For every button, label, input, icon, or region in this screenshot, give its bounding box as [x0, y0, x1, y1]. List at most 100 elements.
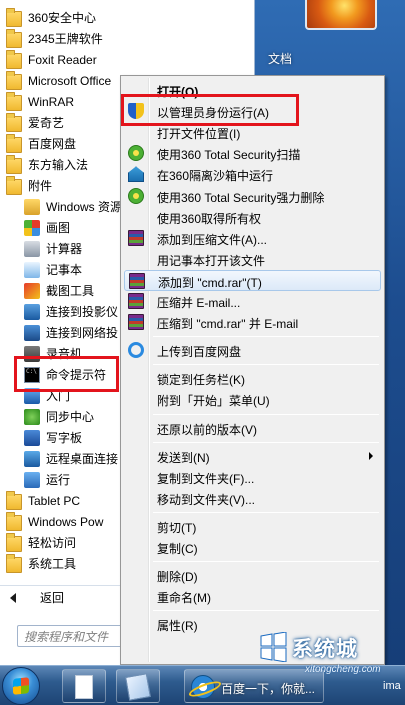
context-menu-label: 压缩并 E-mail...	[157, 296, 241, 310]
context-menu-item[interactable]: 重命名(M)	[124, 586, 381, 607]
context-menu-label: 上传到百度网盘	[157, 345, 242, 360]
context-menu-item[interactable]: 添加到压缩文件(A)...	[124, 228, 381, 249]
context-menu-label: 添加到 "cmd.rar"(T)	[158, 275, 262, 290]
context-menu-label: 压缩到 "cmd.rar" 并 E-mail	[157, 317, 299, 332]
context-menu-label: 复制到文件夹(F)...	[157, 471, 255, 486]
winrar-icon	[128, 293, 144, 309]
sync-icon	[24, 408, 40, 425]
submenu-arrow-icon	[369, 451, 373, 460]
program-label: 东方输入法	[28, 158, 89, 172]
wordpad-icon	[24, 429, 40, 446]
context-menu-item[interactable]: 删除(D)	[124, 565, 381, 586]
folder-icon	[6, 532, 22, 552]
context-menu-label: 使用360 Total Security扫描	[157, 148, 301, 163]
tray-text: ima	[383, 680, 401, 692]
context-menu-item[interactable]: 还原以前的版本(V)	[124, 418, 381, 439]
program-label: 360安全中心	[28, 11, 97, 25]
taskbar-ie-button[interactable]: 百度一下，你就...	[184, 669, 324, 703]
context-menu-item[interactable]: 上传到百度网盘	[124, 340, 381, 361]
context-menu-item[interactable]: 锁定到任务栏(K)	[124, 368, 381, 389]
program-label: 截图工具	[46, 284, 95, 298]
highlight-box-run-as-admin	[121, 94, 299, 126]
context-menu-item[interactable]: 使用360 Total Security扫描	[124, 143, 381, 164]
xitongcheng-logo-icon	[260, 632, 287, 662]
run-icon	[24, 471, 40, 488]
context-menu-label: 在360隔离沙箱中运行	[157, 169, 274, 184]
program-label: 画图	[46, 221, 71, 235]
folder-icon	[6, 70, 22, 90]
context-menu-label: 属性(R)	[157, 619, 198, 634]
program-label: 系统工具	[28, 557, 77, 571]
context-menu-item[interactable]: 剪切(T)	[124, 516, 381, 537]
context-menu-item[interactable]: 在360隔离沙箱中运行	[124, 164, 381, 185]
context-menu-item[interactable]: 复制到文件夹(F)...	[124, 467, 381, 488]
highlight-box-cmd	[14, 356, 119, 392]
context-menu-label: 复制(C)	[157, 542, 198, 556]
program-label: Microsoft Office	[28, 73, 112, 88]
taskbar-notes-button[interactable]	[116, 669, 160, 703]
360-sandbox-icon	[128, 166, 144, 183]
menu-separator	[153, 610, 379, 612]
program-label: 写字板	[46, 431, 83, 445]
folder-icon	[6, 511, 22, 531]
winrar-icon	[128, 314, 144, 331]
program-label: 百度网盘	[28, 137, 77, 151]
program-label: 连接到网络投	[46, 326, 119, 340]
menu-separator	[153, 336, 379, 338]
menu-separator	[153, 364, 379, 366]
explorer-icon	[24, 198, 40, 215]
context-menu-item[interactable]: 发送到(N)	[124, 446, 381, 467]
program-label: 计算器	[46, 242, 83, 256]
context-menu-label: 添加到压缩文件(A)...	[157, 232, 267, 247]
context-menu-item[interactable]: 附到「开始」菜单(U)	[124, 389, 381, 410]
context-menu-item[interactable]: 添加到 "cmd.rar"(T)	[124, 269, 381, 291]
context-menu-label: 剪切(T)	[157, 520, 197, 535]
paint-icon	[24, 219, 40, 236]
context-menu-label: 重命名(M)	[157, 591, 211, 606]
context-menu-item[interactable]: 使用360取得所有权	[124, 207, 381, 228]
search-placeholder: 搜索程序和文件	[24, 629, 109, 644]
program-item[interactable]: 2345王牌软件	[0, 28, 255, 49]
program-label: 爱奇艺	[28, 116, 65, 130]
program-label: Foxit Reader	[28, 52, 97, 67]
program-item[interactable]: Foxit Reader	[0, 49, 255, 70]
menu-separator	[153, 511, 379, 513]
context-menu: 打开(O) 以管理员身份运行(A) 打开文件位置(I) 使用360 Total Sec…	[120, 75, 385, 665]
folder-icon	[6, 7, 22, 27]
taskbar-ie-label: 百度一下，你就...	[221, 682, 316, 696]
folder-icon	[6, 553, 22, 573]
folder-icon	[6, 28, 22, 48]
menu-separator	[153, 413, 379, 415]
folder-icon	[6, 490, 22, 510]
taskbar-documents-button[interactable]	[62, 669, 106, 703]
program-label: 轻松访问	[28, 536, 77, 550]
baidu-netdisk-icon	[128, 342, 144, 359]
context-menu-label: 使用360 Total Security强力删除	[157, 190, 325, 205]
context-menu-label: 删除(D)	[157, 570, 198, 585]
projector-icon	[24, 303, 40, 320]
context-menu-label: 用记事本打开该文件	[157, 253, 266, 268]
context-menu-label: 移动到文件夹(V)...	[157, 492, 255, 507]
watermark-url: xitongcheng.com	[305, 664, 381, 675]
document-icon	[75, 675, 93, 699]
context-menu-item[interactable]: 使用360 Total Security强力删除	[124, 186, 381, 207]
program-label: 运行	[46, 473, 71, 487]
sticky-notes-icon	[125, 673, 151, 701]
start-button[interactable]	[2, 667, 40, 705]
documents-link[interactable]: 文档	[268, 50, 292, 67]
context-menu-item[interactable]: 压缩到 "cmd.rar" 并 E-mail	[124, 312, 381, 333]
remote-desktop-icon	[24, 450, 40, 467]
calculator-icon	[24, 240, 40, 257]
folder-icon	[6, 112, 22, 132]
program-item[interactable]: 360安全中心	[0, 7, 255, 28]
folder-icon	[6, 175, 22, 195]
user-picture[interactable]	[305, 0, 377, 30]
program-label: 连接到投影仪	[46, 305, 119, 319]
program-label: 远程桌面连接	[46, 452, 119, 466]
context-menu-item[interactable]: 用记事本打开该文件	[124, 249, 381, 270]
notepad-icon	[24, 261, 40, 278]
context-menu-item[interactable]: 压缩并 E-mail...	[124, 291, 381, 312]
program-label: 记事本	[46, 263, 83, 277]
context-menu-item[interactable]: 复制(C)	[124, 537, 381, 558]
context-menu-item[interactable]: 移动到文件夹(V)...	[124, 488, 381, 509]
